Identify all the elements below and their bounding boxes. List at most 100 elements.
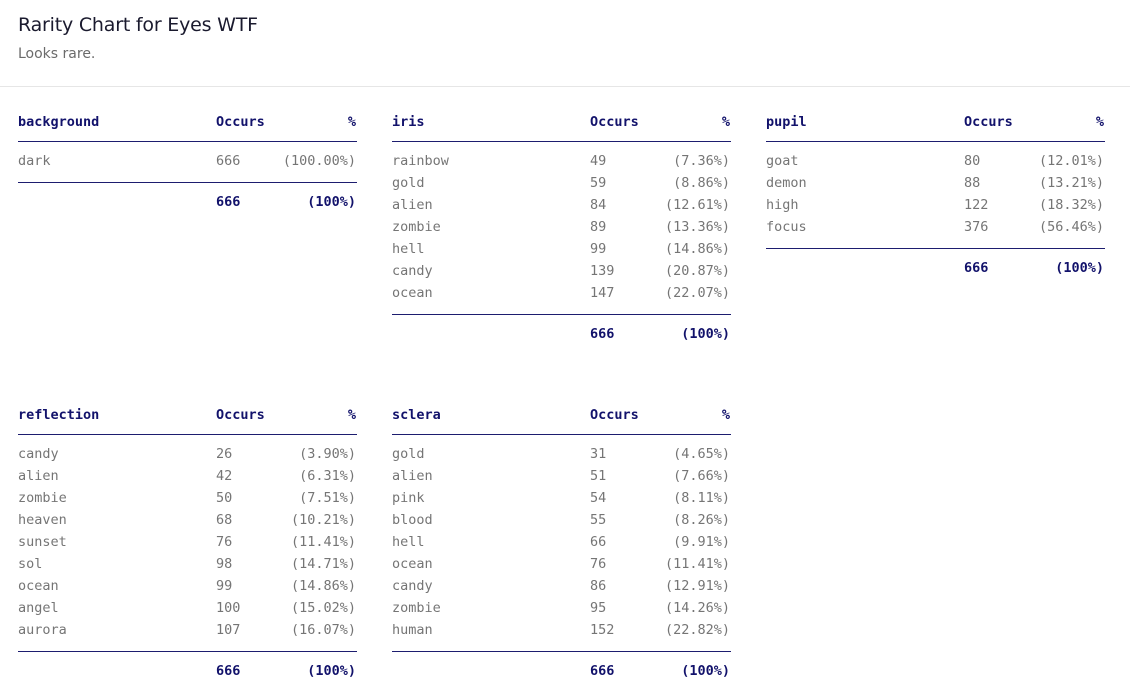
table-row: heaven 68 (10.21%) [18,510,357,532]
trait-value-count: 147 [590,285,615,301]
trait-value-name: ocean [392,556,433,572]
table-row: hell 66 (9.91%) [392,532,731,554]
trait-value-percent: (12.61%) [664,197,730,213]
trait-value-count: 100 [216,600,241,616]
trait-value-percent: (22.07%) [664,285,730,301]
table-row: zombie 95 (14.26%) [392,598,731,620]
occurs-header: Occurs [590,114,639,130]
trait-value-name: hell [392,241,425,257]
trait-value-percent: (8.11%) [673,490,730,506]
trait-value-count: 95 [590,600,607,616]
trait-value-name: demon [766,175,807,191]
percent-header: % [721,114,730,130]
trait-value-name: zombie [18,490,67,506]
occurs-header: Occurs [590,407,639,423]
trait-table-background: background Occurs% dark 666 (100.00%) 666 (100… [18,108,357,213]
trait-value-name: focus [766,219,807,235]
total-percent: (100%) [307,194,356,210]
trait-value-percent: (14.86%) [290,578,356,594]
trait-value-count: 86 [590,578,607,594]
trait-table-iris: iris Occurs% rainbow 49 (7.36%) gold 59 (8.86%)… [392,108,731,345]
page-header: Rarity Chart for Eyes WTF Looks rare. [0,0,1130,87]
trait-value-count: 99 [216,578,233,594]
trait-value-count: 89 [590,219,607,235]
table-row: alien 42 (6.31%) [18,466,357,488]
table-header: iris Occurs% [392,108,731,142]
trait-value-name: aurora [18,622,67,638]
trait-value-count: 376 [964,219,989,235]
trait-value-count: 99 [590,241,607,257]
trait-value-name: pink [392,490,425,506]
trait-value-count: 666 [216,153,241,169]
trait-value-percent: (10.21%) [290,512,356,528]
table-row: goat 80 (12.01%) [766,151,1105,173]
trait-value-count: 26 [216,446,233,462]
trait-value-count: 84 [590,197,607,213]
trait-value-name: candy [392,578,433,594]
trait-value-percent: (14.71%) [290,556,356,572]
table-footer: 666 (100%) [18,183,357,213]
trait-value-percent: (11.41%) [664,556,730,572]
table-row: candy 86 (12.91%) [392,576,731,598]
trait-value-count: 152 [590,622,615,638]
table-header: pupil Occurs% [766,108,1105,142]
table-row: ocean 99 (14.86%) [18,576,357,598]
trait-value-name: human [392,622,433,638]
trait-value-name: high [766,197,799,213]
total-count: 666 [216,663,241,679]
trait-value-count: 122 [964,197,989,213]
trait-value-percent: (100.00%) [282,153,356,169]
trait-value-name: sunset [18,534,67,550]
table-body: rainbow 49 (7.36%) gold 59 (8.86%) alien 84 (12.… [392,142,731,315]
table-row: blood 55 (8.26%) [392,510,731,532]
trait-value-name: candy [392,263,433,279]
trait-value-percent: (4.65%) [673,446,730,462]
table-row: candy 26 (3.90%) [18,444,357,466]
trait-value-name: gold [392,175,425,191]
trait-value-percent: (3.90%) [299,446,356,462]
trait-value-count: 139 [590,263,615,279]
trait-value-name: goat [766,153,799,169]
table-row: gold 59 (8.86%) [392,173,731,195]
trait-value-count: 42 [216,468,233,484]
table-row: sunset 76 (11.41%) [18,532,357,554]
trait-value-percent: (16.07%) [290,622,356,638]
table-header: sclera Occurs% [392,401,731,435]
total-count: 666 [590,326,615,342]
trait-value-percent: (7.66%) [673,468,730,484]
trait-value-name: gold [392,446,425,462]
trait-value-count: 107 [216,622,241,638]
table-body: gold 31 (4.65%) alien 51 (7.66%) pink 54 (8.11%)… [392,435,731,652]
trait-value-name: angel [18,600,59,616]
trait-value-name: rainbow [392,153,449,169]
trait-value-count: 50 [216,490,233,506]
trait-value-count: 31 [590,446,607,462]
trait-value-percent: (12.01%) [1038,153,1104,169]
trait-value-percent: (7.36%) [673,153,730,169]
trait-value-count: 51 [590,468,607,484]
trait-value-name: sol [18,556,43,572]
trait-value-count: 88 [964,175,981,191]
table-row: human 152 (22.82%) [392,620,731,642]
page-subtitle: Looks rare. [18,46,96,62]
trait-value-name: hell [392,534,425,550]
trait-value-name: heaven [18,512,67,528]
trait-value-name: ocean [392,285,433,301]
total-percent: (100%) [681,326,730,342]
trait-value-percent: (11.41%) [290,534,356,550]
percent-header: % [347,407,356,423]
table-row: zombie 50 (7.51%) [18,488,357,510]
table-row: hell 99 (14.86%) [392,239,731,261]
trait-value-percent: (20.87%) [664,263,730,279]
trait-value-name: blood [392,512,433,528]
trait-value-count: 66 [590,534,607,550]
table-footer: 666 (100%) [18,652,357,682]
trait-value-count: 76 [590,556,607,572]
percent-header: % [721,407,730,423]
table-row: ocean 76 (11.41%) [392,554,731,576]
trait-value-percent: (6.31%) [299,468,356,484]
percent-header: % [347,114,356,130]
table-row: zombie 89 (13.36%) [392,217,731,239]
trait-value-count: 98 [216,556,233,572]
trait-value-percent: (14.26%) [664,600,730,616]
